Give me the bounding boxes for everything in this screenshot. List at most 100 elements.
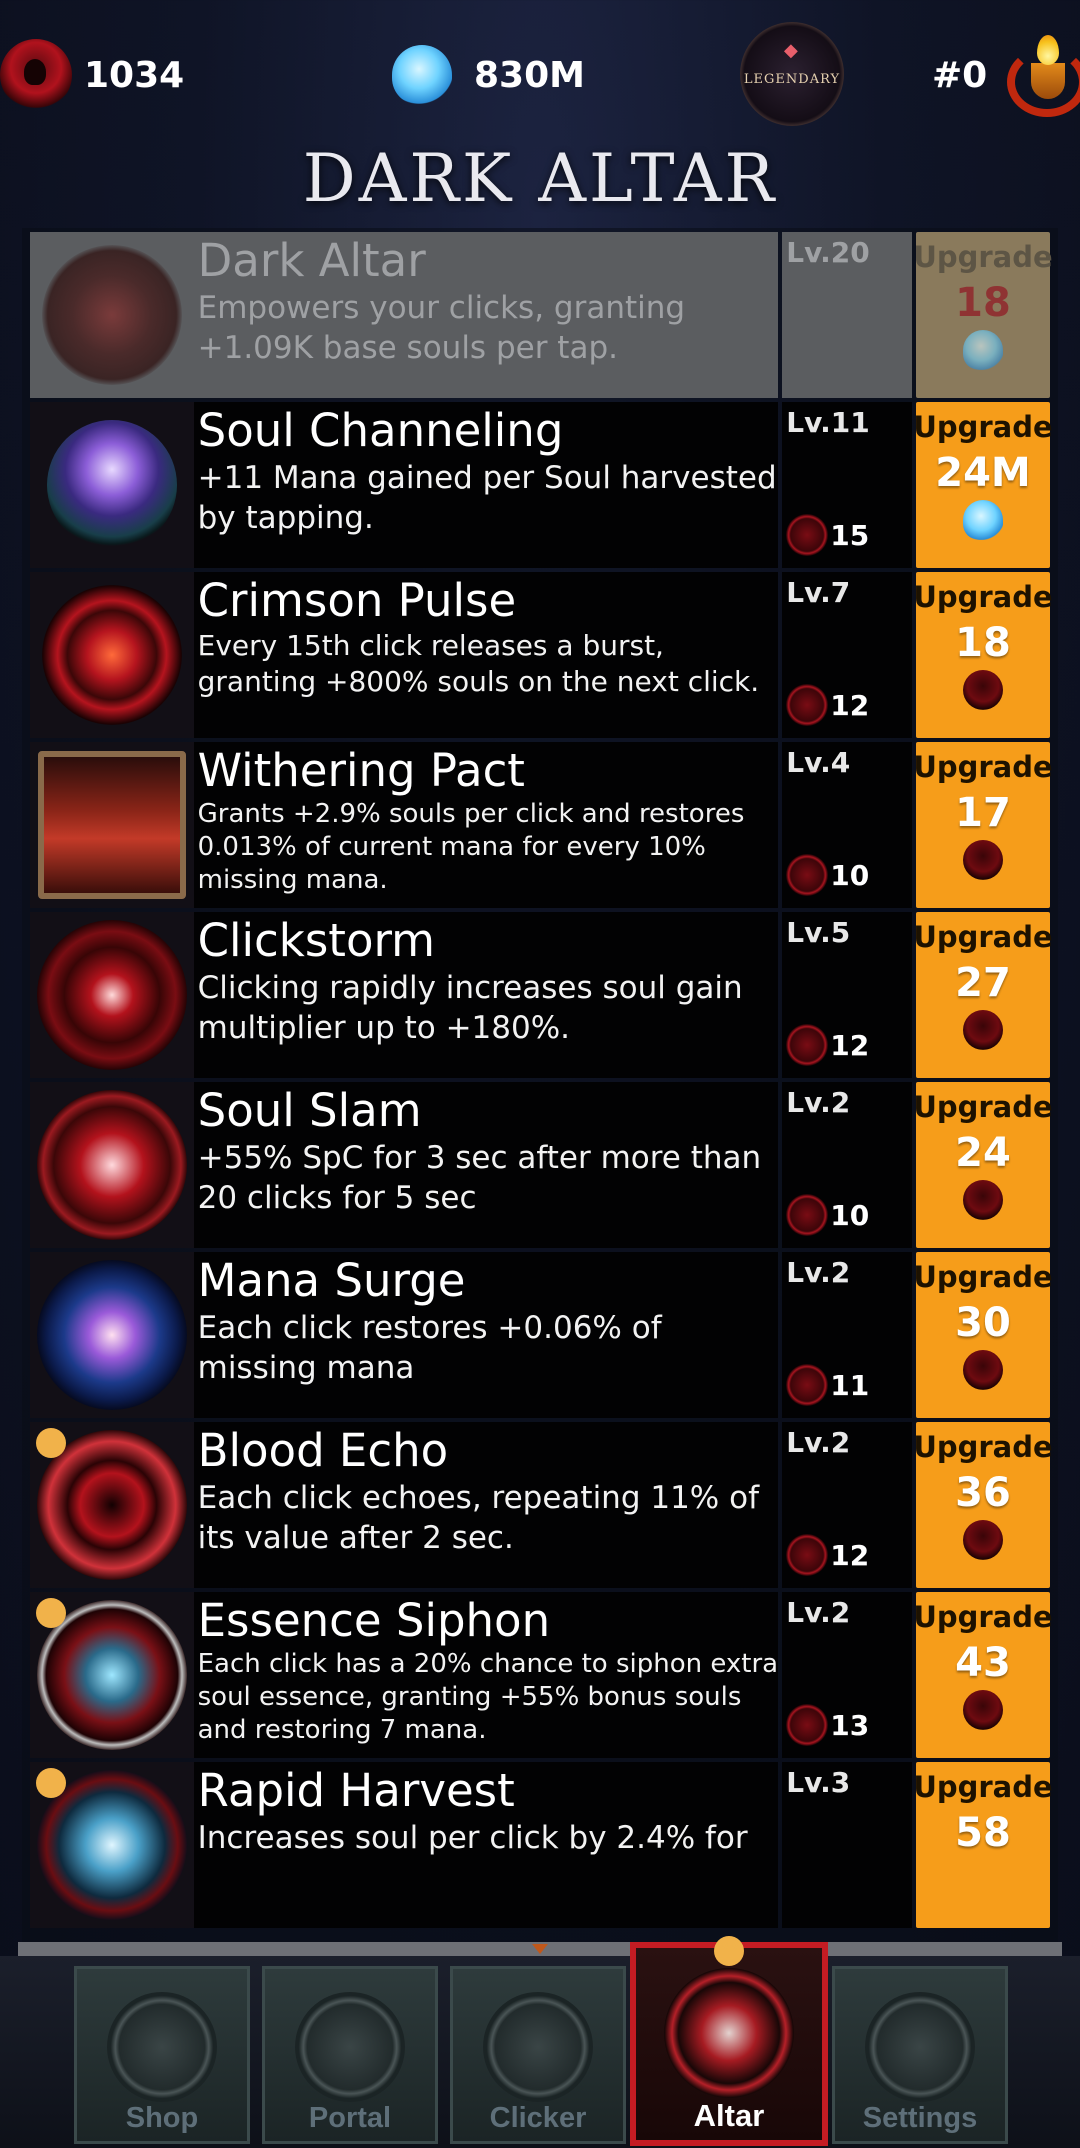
soul-token-icon (786, 514, 829, 556)
soul-icon (963, 1010, 1003, 1050)
soul-slam-icon (30, 1082, 194, 1248)
upgrade-row-blood-echo: Blood Echo Each click echoes, repeating … (30, 1422, 1053, 1588)
soul-icon (963, 1690, 1003, 1730)
new-indicator (36, 1768, 66, 1798)
upgrade-button[interactable]: Upgrade 18 (913, 232, 1053, 398)
upgrade-level: Lv.2 (786, 1256, 851, 1289)
tab-clicker[interactable]: Clicker (450, 1966, 626, 2144)
upgrade-name: Soul Channeling (197, 404, 564, 457)
rank-value: #0 (932, 54, 988, 96)
upgrade-button[interactable]: Upgrade 36 (913, 1422, 1053, 1588)
bottom-nav: Shop Portal Clicker Altar Settings (0, 1942, 1080, 2148)
upgrade-price: 30 (955, 1300, 1011, 1346)
upgrade-button[interactable]: Upgrade 17 (913, 742, 1053, 908)
upgrade-name: Essence Siphon (197, 1594, 551, 1647)
blood-echo-icon (30, 1422, 194, 1588)
soul-token-icon (786, 1194, 829, 1236)
upgrade-row-crimson-pulse: Crimson Pulse Every 15th click releases … (30, 572, 1053, 738)
souls-value: 1034 (84, 54, 185, 96)
upgrade-button[interactable]: Upgrade 18 (913, 572, 1053, 738)
requirement-value: 12 (830, 1538, 870, 1572)
pouch-icon (107, 1992, 217, 2102)
upgrade-price: 43 (955, 1640, 1011, 1686)
upgrade-button-label: Upgrade (913, 410, 1053, 444)
tab-label: Shop (125, 2102, 199, 2134)
rank-badge-icon[interactable]: LEGENDARY (740, 22, 844, 126)
upgrade-description: Empowers your clicks, granting +1.09K ba… (197, 290, 686, 366)
upgrade-button-label: Upgrade (913, 240, 1053, 274)
upgrade-description: Each click echoes, repeating 11% of its … (197, 1480, 760, 1556)
upgrade-button-label: Upgrade (913, 750, 1053, 784)
upgrade-price: 17 (955, 790, 1011, 836)
upgrade-description: +55% SpC for 3 sec after more than 20 cl… (197, 1140, 762, 1216)
upgrade-level: Lv.5 (786, 916, 851, 949)
upgrade-button-label: Upgrade (913, 1260, 1053, 1294)
upgrade-list[interactable]: Dark Altar Empowers your clicks, grantin… (22, 228, 1058, 1944)
crimson-pulse-icon (30, 572, 194, 738)
upgrade-button-label: Upgrade (913, 1090, 1053, 1124)
tab-portal[interactable]: Portal (262, 1966, 438, 2144)
portal-icon (295, 1992, 405, 2102)
upgrade-price: 24M (935, 450, 1031, 496)
upgrade-name: Crimson Pulse (197, 574, 517, 627)
soul-token-icon (786, 1024, 829, 1066)
requirement-value: 15 (830, 518, 870, 552)
tab-label: Portal (308, 2102, 392, 2134)
upgrade-button[interactable]: Upgrade 24M (913, 402, 1053, 568)
soul-icon (0, 39, 72, 111)
altar-icon (664, 1968, 794, 2098)
upgrade-description: Clicking rapidly increases soul gain mul… (197, 970, 743, 1046)
trophy-icon (1001, 29, 1080, 121)
soul-channeling-icon (30, 402, 194, 568)
level-requirement: 12 (786, 1024, 869, 1066)
upgrade-button[interactable]: Upgrade 58 (913, 1762, 1053, 1928)
upgrade-row-clickstorm: Clickstorm Clicking rapidly increases so… (30, 912, 1053, 1078)
upgrade-description: Increases soul per click by 2.4% for (197, 1820, 748, 1856)
upgrade-button[interactable]: Upgrade 27 (913, 912, 1053, 1078)
upgrade-description: +11 Mana gained per Soul harvested by ta… (197, 460, 777, 536)
upgrade-name: Rapid Harvest (197, 1764, 515, 1817)
souls-counter: 1034 (0, 30, 184, 120)
level-requirement: 13 (786, 1704, 869, 1746)
upgrade-description: Grants +2.9% souls per click and restore… (197, 799, 745, 895)
tab-shop[interactable]: Shop (74, 1966, 250, 2144)
upgrade-button[interactable]: Upgrade 24 (913, 1082, 1053, 1248)
withering-pact-icon (30, 742, 194, 908)
mana-icon (963, 500, 1003, 540)
upgrade-button-label: Upgrade (913, 1770, 1053, 1804)
upgrade-level: Lv.3 (786, 1766, 851, 1799)
upgrade-price: 24 (955, 1130, 1011, 1176)
upgrade-button[interactable]: Upgrade 43 (913, 1592, 1053, 1758)
upgrade-button[interactable]: Upgrade 30 (913, 1252, 1053, 1418)
upgrade-row-withering-pact: Withering Pact Grants +2.9% souls per cl… (30, 742, 1053, 908)
upgrade-description: Every 15th click releases a burst, grant… (197, 629, 760, 698)
upgrade-price: 27 (955, 960, 1011, 1006)
new-indicator (36, 1598, 66, 1628)
upgrade-row-dark-altar: Dark Altar Empowers your clicks, grantin… (30, 232, 1053, 398)
tab-altar[interactable]: Altar (630, 1942, 828, 2146)
leaderboard-rank[interactable]: #0 (932, 30, 1080, 120)
upgrade-description: Each click has a 20% chance to siphon ex… (197, 1649, 779, 1745)
requirement-value: 11 (830, 1368, 870, 1402)
page-title: DARK ALTAR (302, 140, 778, 217)
gear-icon (865, 1992, 975, 2102)
hand-icon (483, 1992, 593, 2102)
upgrade-level: Lv.2 (786, 1426, 851, 1459)
tab-label: Altar (693, 2098, 765, 2133)
rapid-harvest-icon (30, 1762, 194, 1928)
level-requirement: 11 (786, 1364, 869, 1406)
upgrade-button-label: Upgrade (913, 1430, 1053, 1464)
soul-icon (963, 1350, 1003, 1390)
upgrade-button-label: Upgrade (913, 580, 1053, 614)
upgrade-description: Each click restores +0.06% of missing ma… (197, 1310, 662, 1386)
level-requirement: 15 (786, 514, 869, 556)
rank-badge-label: LEGENDARY (743, 71, 841, 87)
caret-down-icon (532, 1944, 548, 1954)
upgrade-row-soul-channeling: Soul Channeling +11 Mana gained per Soul… (30, 402, 1053, 568)
requirement-value: 12 (830, 1028, 870, 1062)
mana-counter: 830M (392, 30, 585, 120)
tab-settings[interactable]: Settings (832, 1966, 1008, 2144)
essence-siphon-icon (30, 1592, 194, 1758)
upgrade-price: 18 (955, 280, 1011, 326)
upgrade-price: 36 (955, 1470, 1011, 1516)
